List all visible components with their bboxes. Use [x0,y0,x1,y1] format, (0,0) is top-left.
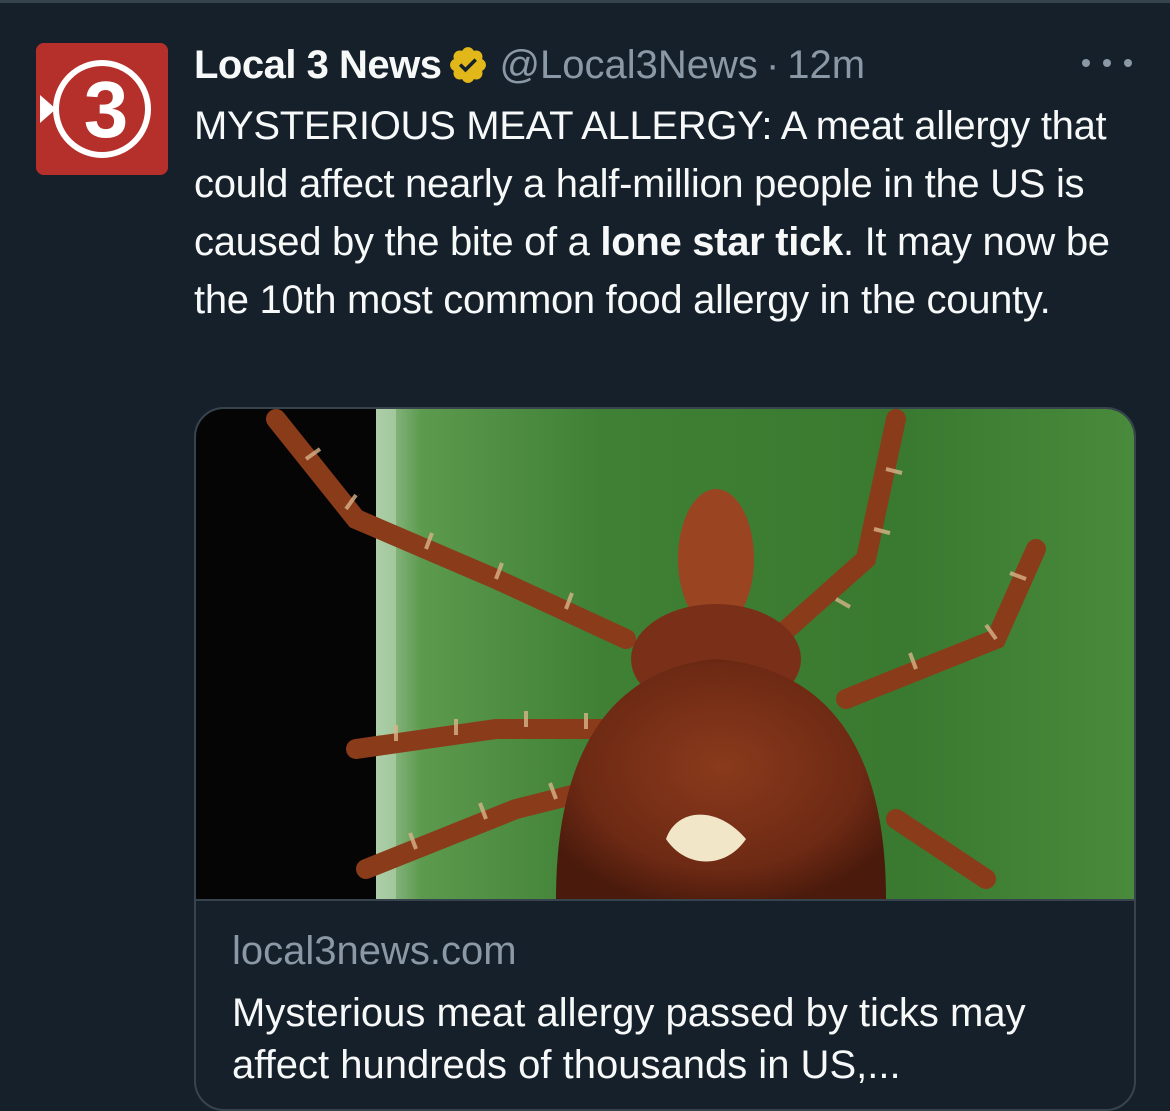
display-name[interactable]: Local 3 News [194,43,442,88]
card-title[interactable]: Mysterious meat allergy passed by ticks … [232,987,1112,1091]
tweet[interactable]: 3 Local 3 News @Local3News · 12m MYSTERI… [0,3,1170,1111]
handle[interactable]: @Local3News [499,43,758,88]
separator-dot: · [765,42,780,87]
link-card[interactable]: local3news.com Mysterious meat allergy p… [194,407,1136,1111]
avatar[interactable]: 3 [36,43,168,175]
tweet-header: Local 3 News @Local3News · 12m [194,39,865,91]
card-divider [196,899,1134,901]
verified-badge-icon [447,44,489,86]
tick-photo [196,409,1134,899]
more-horizontal-icon[interactable] [1082,49,1132,77]
local3-logo-icon: 3 [36,43,168,175]
tweet-text: MYSTERIOUS MEAT ALLERGY: A meat allergy … [194,97,1144,329]
card-domain[interactable]: local3news.com [232,929,517,974]
timestamp[interactable]: 12m [787,43,865,88]
avatar-number: 3 [84,65,129,154]
card-image[interactable] [196,409,1134,899]
tweet-text-bold[interactable]: lone star tick [600,220,843,264]
